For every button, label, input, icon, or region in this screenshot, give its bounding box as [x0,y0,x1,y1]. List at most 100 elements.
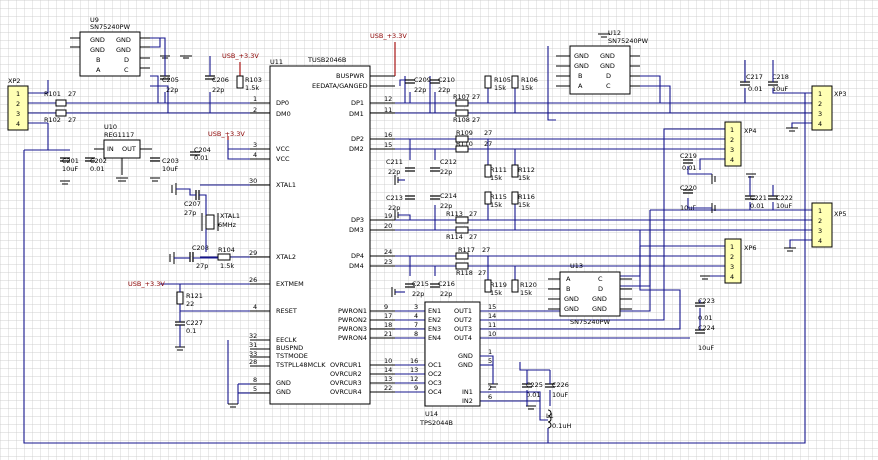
u14-pin-oc4: OC4 [428,388,442,396]
u11-pin-pwron4: PWRON4 [338,334,367,342]
r121-ref: R121 [186,292,203,300]
u11-pin-ovrcur4: OVRCUR4 [330,388,362,396]
r105-ref: R105 [494,76,511,84]
u11-pin-pwron2: PWRON2 [338,316,367,324]
c213-ref: C213 [386,194,403,202]
u11-pin-extmem: EXTMEM [276,280,304,288]
xp3-pin3: 3 [818,110,822,118]
u10-pin-out: OUT [122,145,136,153]
c225-value: 0.01 [526,391,540,399]
c202-value: 0.01 [90,165,104,173]
xp2-ref: XP2 [8,77,21,85]
u14-num-6: 6 [488,393,492,401]
u11-num-22: 22 [384,384,392,392]
u13-part: SN75240PW [570,318,611,326]
u14-part: TPS2044B [419,419,453,427]
r111-ref: R111 [490,166,507,174]
u11-pin-ovrcur1: OVRCUR1 [330,361,362,369]
u14-num-2: 2 [488,384,492,392]
u10-part: REG1117 [104,131,134,139]
xp6-pin4: 4 [730,273,734,281]
r112-ref: R112 [518,166,535,174]
u11-pin-xtal1: XTAL1 [276,181,296,189]
r107-value: 27 [472,93,480,101]
u11-num-4: 4 [253,151,257,159]
u11-num-28: 28 [249,358,257,366]
u14-pin-out3: OUT3 [454,325,472,333]
u14-num-3: 3 [414,303,418,311]
power-label-mid: USB_+3.3V [370,32,407,40]
u14-num-14: 14 [488,312,496,320]
u11-pin-tstpll: TSTPLL48MCLK [275,361,326,369]
u11-num-5: 5 [253,385,257,393]
u9-part: SN75240PW [90,23,131,31]
u11-ref: U11 [270,58,283,66]
c212-value: 22p [440,168,452,176]
c210-value: 22p [438,86,450,94]
c225-ref: C225 [526,381,543,389]
u11-num-20: 20 [384,222,392,230]
u12-ref: U12 [608,29,621,37]
r101-value: 27 [68,90,76,98]
u14-num-9: 9 [414,384,418,392]
u11-num-14: 14 [384,366,392,374]
c214-value: 22p [440,202,452,210]
u14-pin-oc3: OC3 [428,379,442,387]
u11-pin-ovrcur3: OVRCUR3 [330,379,362,387]
xp6-pin1: 1 [730,243,734,251]
u11-pin-xtal2: XTAL2 [276,253,296,261]
u12-pin-b: B [578,72,582,80]
xp3-pin1: 1 [818,90,822,98]
c221-ref: C221 [750,194,767,202]
xp6-pin3: 3 [730,263,734,271]
r104-value: 1.5k [220,262,234,270]
c206-value: 22p [212,86,224,94]
c203-ref: C203 [162,157,179,165]
c226-value: 10uF [552,391,568,399]
r115-value: 15k [490,201,502,209]
r102-value: 27 [68,116,76,124]
u11-num-4b: 4 [253,303,257,311]
u14-num-11: 11 [488,321,496,329]
r115-ref: R115 [490,193,507,201]
u12-pin-a: A [578,82,583,90]
c227-value: 0.1 [186,327,196,335]
power-label-extmem: USB_+3.3V [128,280,165,288]
c222-ref: C222 [776,194,793,202]
xp2-pin3: 3 [16,110,20,118]
u11-pin-buspnd: BUSPND [276,344,303,352]
r118-value: 27 [478,269,486,277]
u14-pin-gnd2: GND [458,361,473,369]
u11-pin-dm4: DM4 [349,262,364,270]
u11-pin-dp2: DP2 [351,135,364,143]
u13-pin-gnd4: GND [592,305,607,313]
u12-pin-gnd1: GND [574,52,589,60]
power-label-top: USB_+3.3V [222,52,259,60]
u11-pin-pwron3: PWRON3 [338,325,367,333]
u11-pin-dp4: DP4 [351,252,364,260]
xp4-pin4: 4 [730,156,734,164]
u14-pin-out2: OUT2 [454,316,472,324]
crystal-xtal1: XTAL1 6MHz [201,212,240,231]
c203-value: 10uF [162,165,178,173]
u11-num-30: 30 [249,177,257,185]
r120-ref: R120 [520,281,537,289]
u14-num-5: 5 [488,357,492,365]
c213-value: 22p [388,204,400,212]
u14-pin-out4: OUT4 [454,334,472,342]
u13-esd-chip: U13 SN75240PW A C B D GND GND GND GND [548,262,632,326]
c204-value: 0.01 [194,154,208,162]
r114-value: 27 [469,233,477,241]
u11-pin-pwron1: PWRON1 [338,307,367,315]
schematic-drawing: U11 TUSB2046B DP0 DM0 VCC VCC XTAL1 XTAL… [0,0,878,460]
r117-value: 27 [482,246,490,254]
u12-pin-gnd4: GND [600,62,615,70]
u9-pin-d: D [124,56,129,64]
l1-ref: L1 [546,412,554,420]
u14-num-8: 8 [414,330,418,338]
c216-ref: C216 [438,280,455,288]
u11-pin-gnd-b: GND [276,388,291,396]
u11-num-12: 12 [384,95,392,103]
u14-pin-oc1: OC1 [428,361,442,369]
r109-value: 27 [484,129,492,137]
